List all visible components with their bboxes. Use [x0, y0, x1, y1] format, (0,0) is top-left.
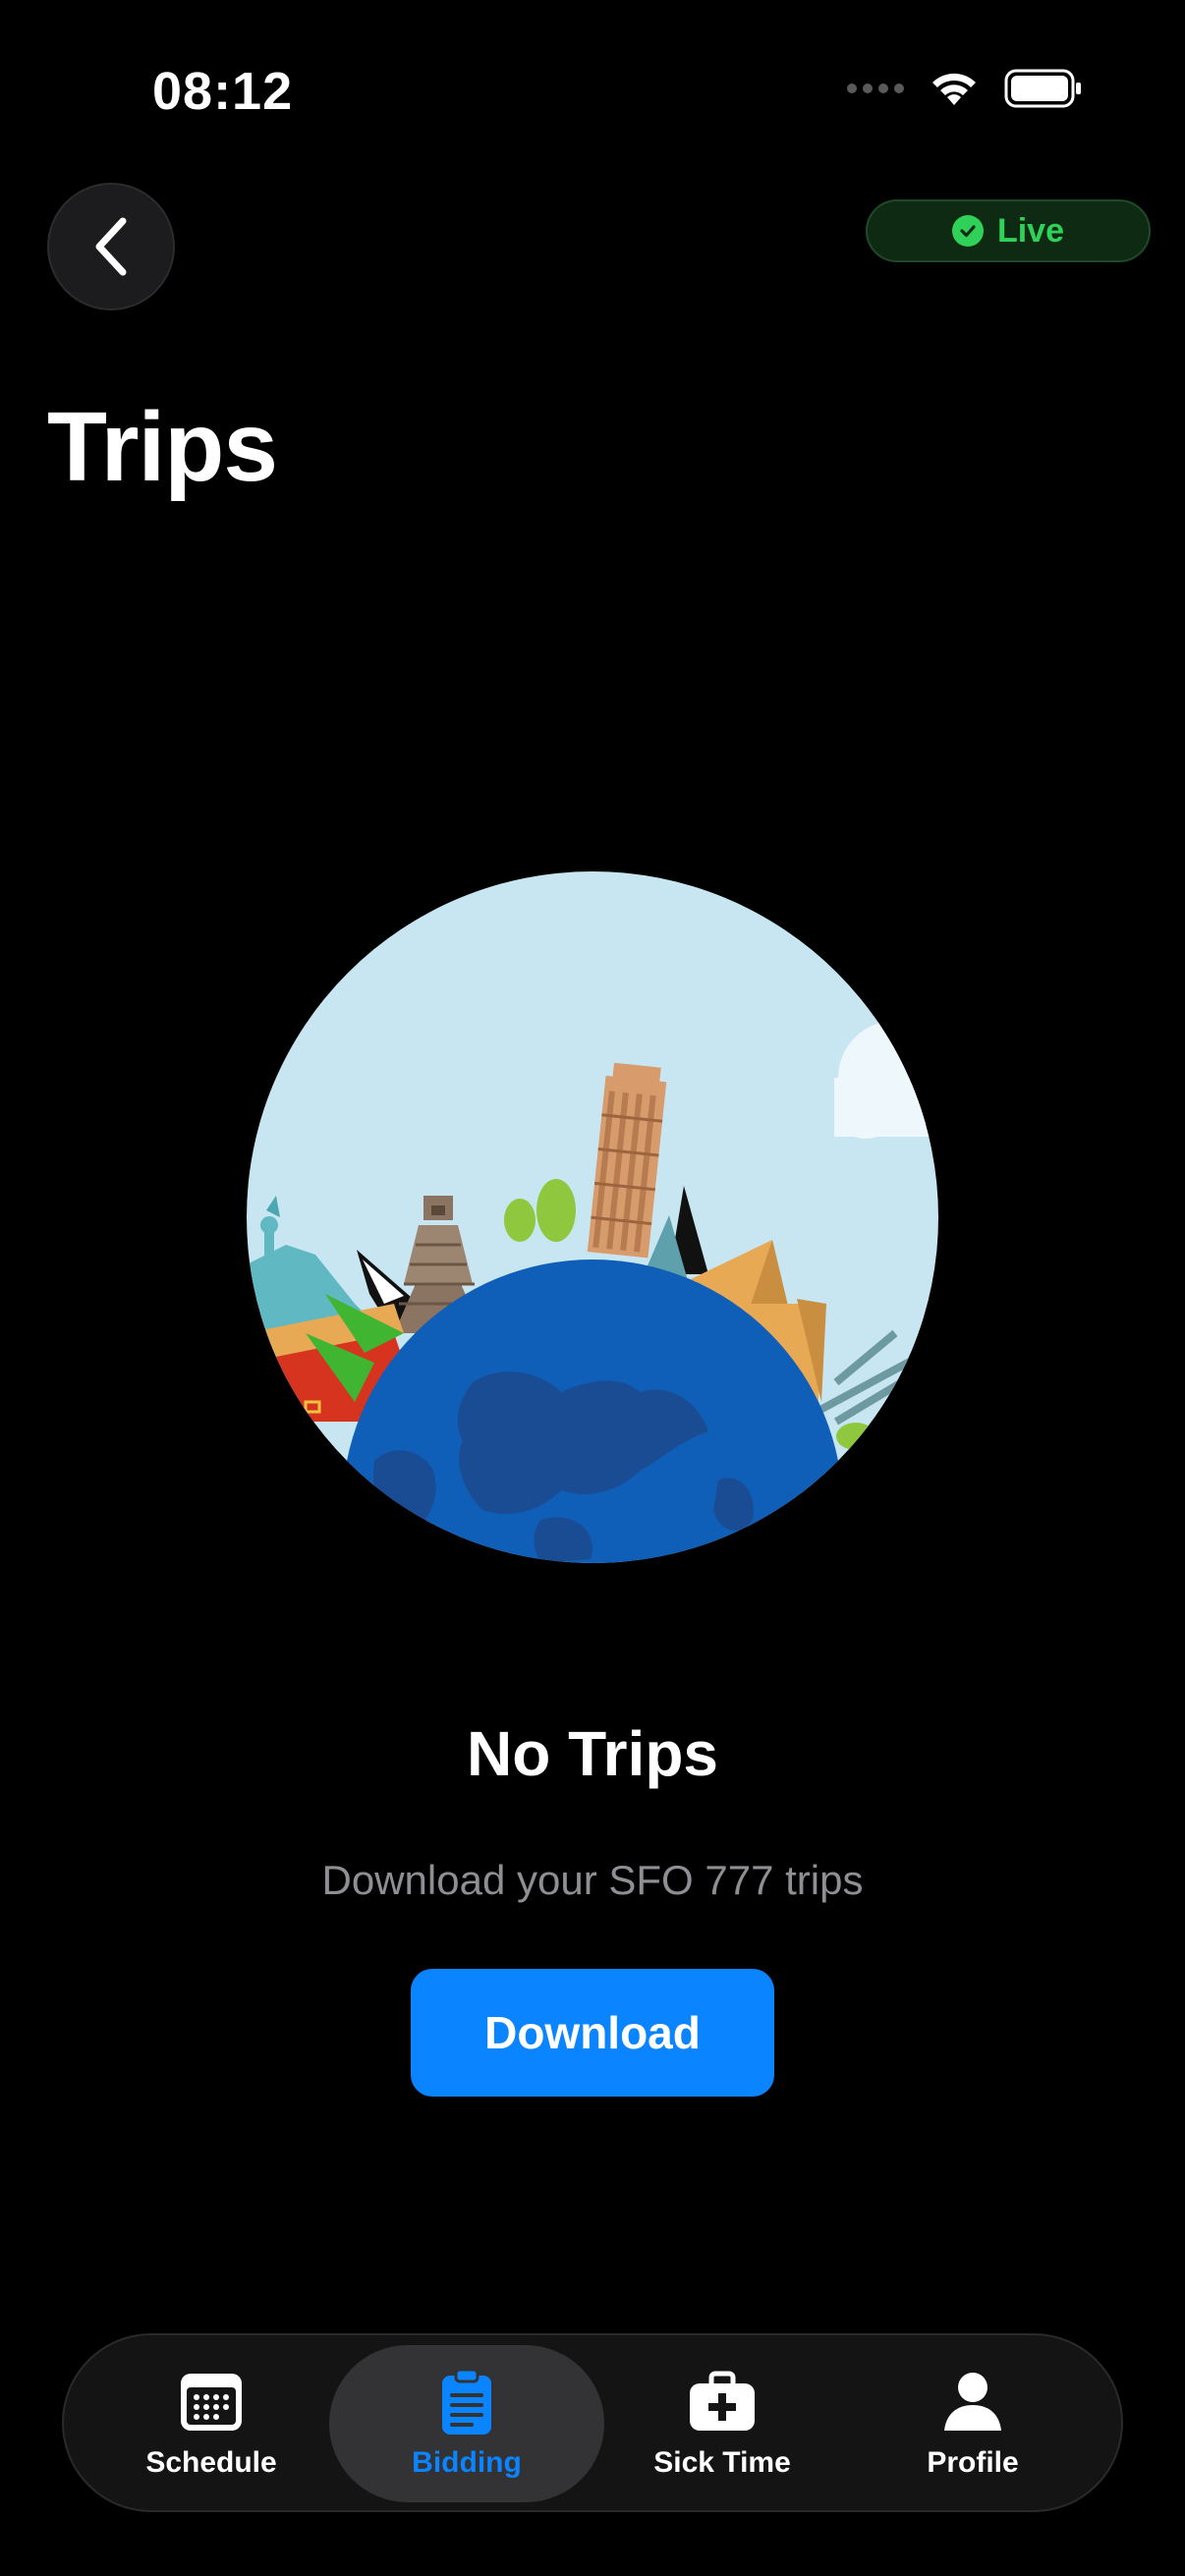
- tab-sick-time[interactable]: Sick Time: [585, 2345, 860, 2502]
- status-icons: [847, 69, 1083, 108]
- calendar-icon: [181, 2374, 242, 2431]
- medical-kit-icon: [690, 2371, 755, 2431]
- live-status-badge: Live: [866, 199, 1151, 262]
- chevron-left-icon: [95, 217, 127, 276]
- download-button[interactable]: Download: [411, 1969, 774, 2097]
- checkmark-circle-icon: [951, 215, 984, 247]
- live-label: Live: [996, 211, 1065, 250]
- battery-icon: [1004, 69, 1081, 108]
- wifi-icon: [932, 73, 976, 105]
- page-title: Trips: [47, 392, 278, 502]
- cellular-signal-icon: [847, 84, 904, 93]
- tab-bidding-label: Bidding: [412, 2446, 522, 2479]
- empty-state-title: No Trips: [466, 1718, 719, 1789]
- status-time: 08:12: [152, 62, 294, 121]
- tab-bidding[interactable]: Bidding: [329, 2345, 604, 2502]
- tab-profile-label: Profile: [927, 2446, 1019, 2479]
- back-button[interactable]: [47, 183, 175, 310]
- clipboard-icon: [442, 2368, 491, 2435]
- tab-profile[interactable]: Profile: [835, 2345, 1110, 2502]
- empty-state-subtitle: Download your SFO 777 trips: [321, 1857, 864, 1903]
- tab-bar: Schedule Bidding Sick Time Profile: [62, 2333, 1123, 2512]
- tab-schedule-label: Schedule: [145, 2446, 277, 2479]
- tab-sick-time-label: Sick Time: [653, 2446, 791, 2479]
- person-icon: [944, 2373, 1001, 2431]
- tab-schedule[interactable]: Schedule: [74, 2345, 349, 2502]
- travel-landmarks-illustration: [247, 871, 938, 1563]
